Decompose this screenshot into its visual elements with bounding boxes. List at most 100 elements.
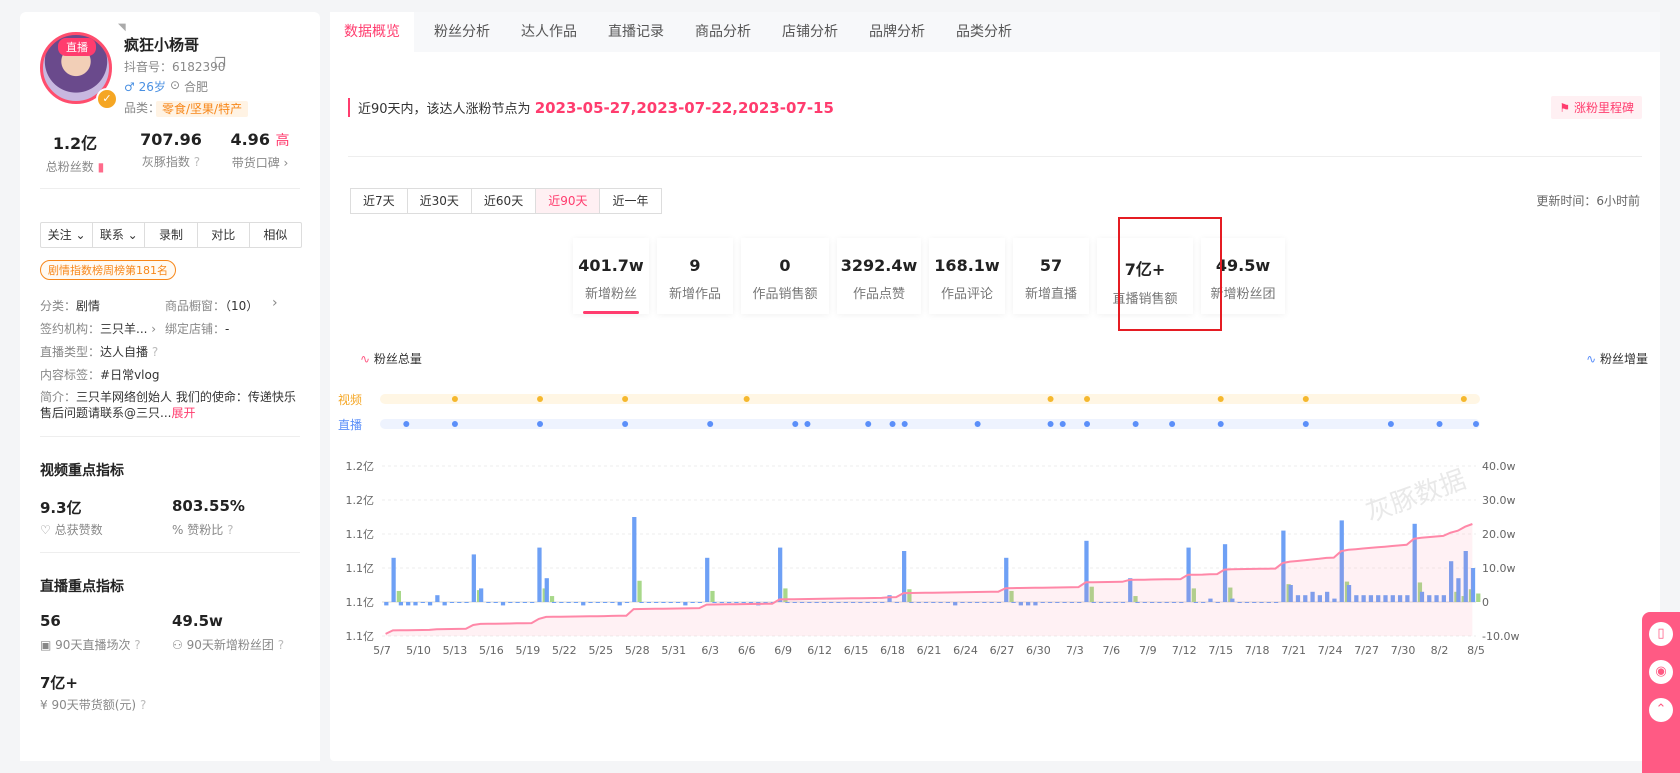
calendar-icon: ▣	[40, 638, 52, 652]
tab-live[interactable]: 直播记录	[608, 12, 664, 52]
chat-icon[interactable]: ◉	[1649, 660, 1673, 684]
y-left-tick: 1.2亿	[346, 460, 375, 473]
card-new-fans[interactable]: 401.7w 新增粉丝	[573, 238, 649, 314]
live-sessions-label: ▣ 90天直播场次 ?	[40, 638, 141, 652]
copy-icon[interactable]: ❐	[214, 56, 226, 71]
stat-reputation[interactable]: 4.96 高 带货口碑 ›	[220, 130, 300, 171]
category-label: 品类：	[124, 101, 161, 115]
increment-bar	[726, 602, 732, 603]
users-icon: ⚇	[172, 638, 183, 652]
corner-tag-icon[interactable]: ◥	[118, 22, 126, 33]
increment-bar	[668, 602, 673, 603]
increment-bar	[566, 602, 571, 603]
period-1y[interactable]: 近一年	[600, 189, 660, 213]
live-dot	[1169, 421, 1176, 427]
action-buttons: 关注 ⌄ 联系 ⌄ 录制 对比 相似	[40, 222, 302, 248]
tab-works[interactable]: 达人作品	[521, 12, 577, 52]
increment-bar	[457, 602, 462, 603]
increment-bar	[500, 602, 506, 606]
video-track	[380, 394, 1480, 404]
live-dot	[1473, 421, 1479, 427]
card-works-likes[interactable]: 3292.4w 作品点赞	[837, 238, 921, 314]
compare-button[interactable]: 对比	[198, 223, 250, 247]
increment-bar	[741, 602, 746, 603]
info-showcase[interactable]: 商品橱窗：（10）	[165, 297, 258, 314]
x-tick-label: 7/12	[1172, 644, 1197, 657]
phone-icon[interactable]: ▯	[1649, 622, 1673, 646]
profile-sidebar: 直播 ✓ 疯狂小杨哥 抖音号：6182390 ❐ ♂ 26岁 ⊙ 合肥 品类： …	[20, 12, 320, 761]
live-dot	[901, 421, 908, 427]
increment-bar	[522, 602, 528, 603]
divider	[40, 552, 300, 553]
live-dot	[451, 421, 458, 427]
secondary-bar	[637, 580, 642, 602]
y-right-tick: 20.0w	[1482, 528, 1516, 541]
live-dot	[403, 421, 410, 427]
video-dot	[1047, 396, 1054, 402]
x-tick-label: 5/7	[373, 644, 391, 657]
x-tick-label: 5/16	[479, 644, 504, 657]
help-icon: ?	[277, 638, 285, 652]
increment-bar	[734, 602, 739, 603]
info-agency[interactable]: 签约机构：三只羊... ›	[40, 320, 156, 337]
legend-total[interactable]: ∿ 粉丝总量	[360, 350, 422, 367]
increment-bar	[705, 557, 710, 602]
card-works-sales[interactable]: 0 作品销售额	[741, 238, 829, 314]
increment-bar	[581, 602, 586, 606]
tab-categories[interactable]: 品类分析	[956, 12, 1012, 52]
increment-bar	[515, 602, 520, 603]
douyin-id: 抖音号：6182390	[124, 60, 226, 74]
card-new-lives[interactable]: 57 新增直播	[1013, 238, 1089, 314]
milestone-button[interactable]: ⚑ 涨粉里程碑	[1551, 96, 1642, 119]
tab-fans[interactable]: 粉丝分析	[434, 12, 490, 52]
period-30d[interactable]: 近30天	[408, 189, 472, 213]
card-works-comments[interactable]: 168.1w 作品评论	[929, 238, 1005, 314]
tab-shops[interactable]: 店铺分析	[782, 12, 838, 52]
live-dot	[537, 421, 544, 427]
increment-bar	[544, 578, 549, 602]
live-sessions: 56	[40, 612, 61, 630]
chevron-right-icon[interactable]: ›	[272, 295, 278, 311]
live-metrics-title: 直播重点指标	[40, 579, 124, 595]
similar-button[interactable]: 相似	[250, 223, 301, 247]
increment-bar	[413, 602, 418, 606]
help-icon: ?	[151, 345, 159, 359]
up-icon[interactable]: ⌃	[1649, 698, 1673, 722]
help-icon: ?	[193, 155, 201, 169]
period-7d[interactable]: 近7天	[351, 189, 408, 213]
total-likes: 9.3亿	[40, 499, 82, 517]
live-dot	[1084, 421, 1091, 427]
card-new-works[interactable]: 9 新增作品	[657, 238, 733, 314]
x-tick-label: 6/15	[844, 644, 869, 657]
video-metrics-title: 视频重点指标	[40, 463, 124, 479]
record-button[interactable]: 录制	[145, 223, 198, 247]
increment-bar	[675, 602, 681, 603]
increment-bar	[712, 602, 717, 603]
flag-icon: ⚑	[1559, 101, 1571, 115]
live-dot	[974, 421, 981, 427]
follow-button[interactable]: 关注 ⌄	[41, 223, 94, 247]
increment-bar	[486, 602, 491, 603]
tab-overview[interactable]: 数据概览	[330, 12, 414, 52]
x-tick-label: 6/21	[917, 644, 942, 657]
active-indicator	[583, 311, 639, 314]
increment-bar	[748, 602, 754, 603]
coin-icon: ¥	[40, 698, 48, 712]
growth-dates: 2023-05-27,2023-07-22,2023-07-15	[534, 99, 834, 117]
tab-products[interactable]: 商品分析	[695, 12, 751, 52]
rank-badge[interactable]: 剧情指数榜周榜第181名	[40, 260, 176, 280]
live-tag[interactable]: 直播	[58, 38, 96, 56]
divider	[40, 188, 300, 189]
verified-icon: ✓	[96, 88, 118, 110]
legend-increment[interactable]: ∿ 粉丝增量	[1586, 350, 1648, 367]
period-90d[interactable]: 近90天	[536, 189, 601, 213]
contact-button[interactable]: 联系 ⌄	[93, 223, 146, 247]
video-dot	[1302, 396, 1309, 402]
increment-bar	[391, 557, 396, 602]
period-60d[interactable]: 近60天	[472, 189, 537, 213]
expand-link[interactable]: 展开	[171, 406, 195, 420]
info-category: 分类：剧情	[40, 299, 101, 313]
tab-brands[interactable]: 品牌分析	[869, 12, 925, 52]
chart-icon: ▮	[97, 160, 105, 174]
increment-bar	[442, 602, 447, 606]
